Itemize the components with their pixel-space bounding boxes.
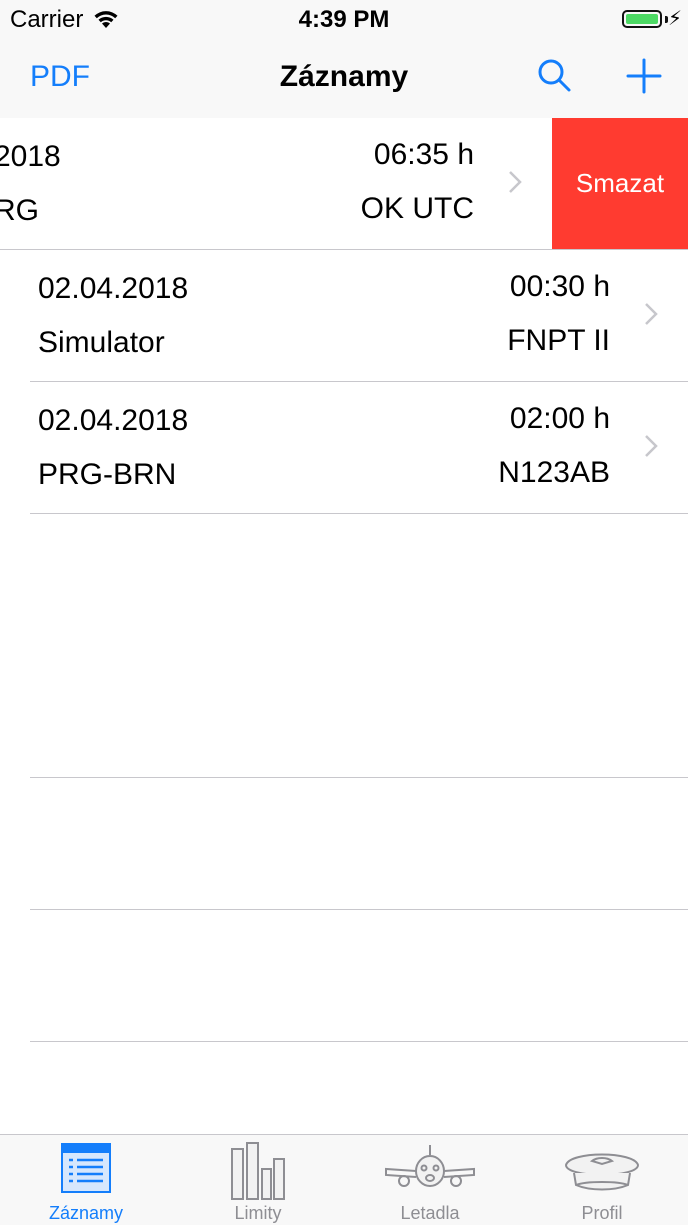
status-bar: Carrier 4:39 PM ⚡	[0, 0, 688, 40]
entry-registration: N123AB	[498, 456, 610, 489]
list-item[interactable]: 02.04.2018 PRG-BRN 02:00 h N123AB	[0, 382, 688, 512]
navigation-bar: PDF Záznamy	[0, 40, 688, 118]
list-item[interactable]: 02.04.2018 Simulator 00:30 h FNPT II	[0, 250, 688, 380]
page-title: Záznamy	[279, 60, 409, 93]
entry-route: PRG-BRN	[38, 458, 177, 491]
tab-limity[interactable]: Limity	[172, 1135, 344, 1226]
chevron-right-icon	[508, 170, 522, 199]
entry-route: Simulator	[38, 326, 165, 359]
entry-registration: FNPT II	[507, 324, 610, 357]
tab-label: Limity	[234, 1203, 282, 1223]
entry-duration: 06:35 h	[373, 138, 474, 171]
entry-date: 2018	[0, 140, 61, 173]
chevron-right-icon	[644, 434, 658, 463]
entry-date: 02.04.2018	[38, 404, 189, 437]
entry-duration: 02:00 h	[509, 402, 610, 435]
add-icon[interactable]	[624, 56, 664, 101]
bar-chart-icon	[172, 1141, 344, 1206]
tab-letadla[interactable]: Letadla	[344, 1135, 516, 1226]
airplane-icon	[344, 1141, 516, 1202]
list-item-swiped[interactable]: 2018 RG 06:35 h OK UTC	[0, 118, 552, 248]
battery-icon	[622, 10, 662, 28]
entry-date: 02.04.2018	[38, 272, 189, 305]
entry-duration: 00:30 h	[509, 270, 610, 303]
tab-profil[interactable]: Profil	[516, 1135, 688, 1226]
pilot-cap-icon	[516, 1141, 688, 1202]
chevron-right-icon	[644, 302, 658, 331]
charging-icon: ⚡	[667, 8, 682, 30]
entry-registration: OK UTC	[360, 192, 474, 225]
tab-label: Profil	[581, 1203, 623, 1223]
entry-route: RG	[0, 194, 39, 227]
tab-bar: Záznamy Limity Letadla Profil	[0, 1134, 688, 1225]
tab-zaznamy[interactable]: Záznamy	[0, 1135, 172, 1226]
row-separator	[30, 1041, 688, 1042]
row-separator	[30, 909, 688, 910]
row-separator	[30, 513, 688, 514]
delete-button[interactable]: Smazat	[552, 118, 688, 249]
row-separator	[30, 777, 688, 778]
status-time: 4:39 PM	[298, 6, 390, 33]
search-icon[interactable]	[534, 56, 574, 101]
tab-label: Záznamy	[48, 1203, 124, 1223]
list-icon	[0, 1141, 172, 1200]
tab-label: Letadla	[400, 1203, 460, 1223]
